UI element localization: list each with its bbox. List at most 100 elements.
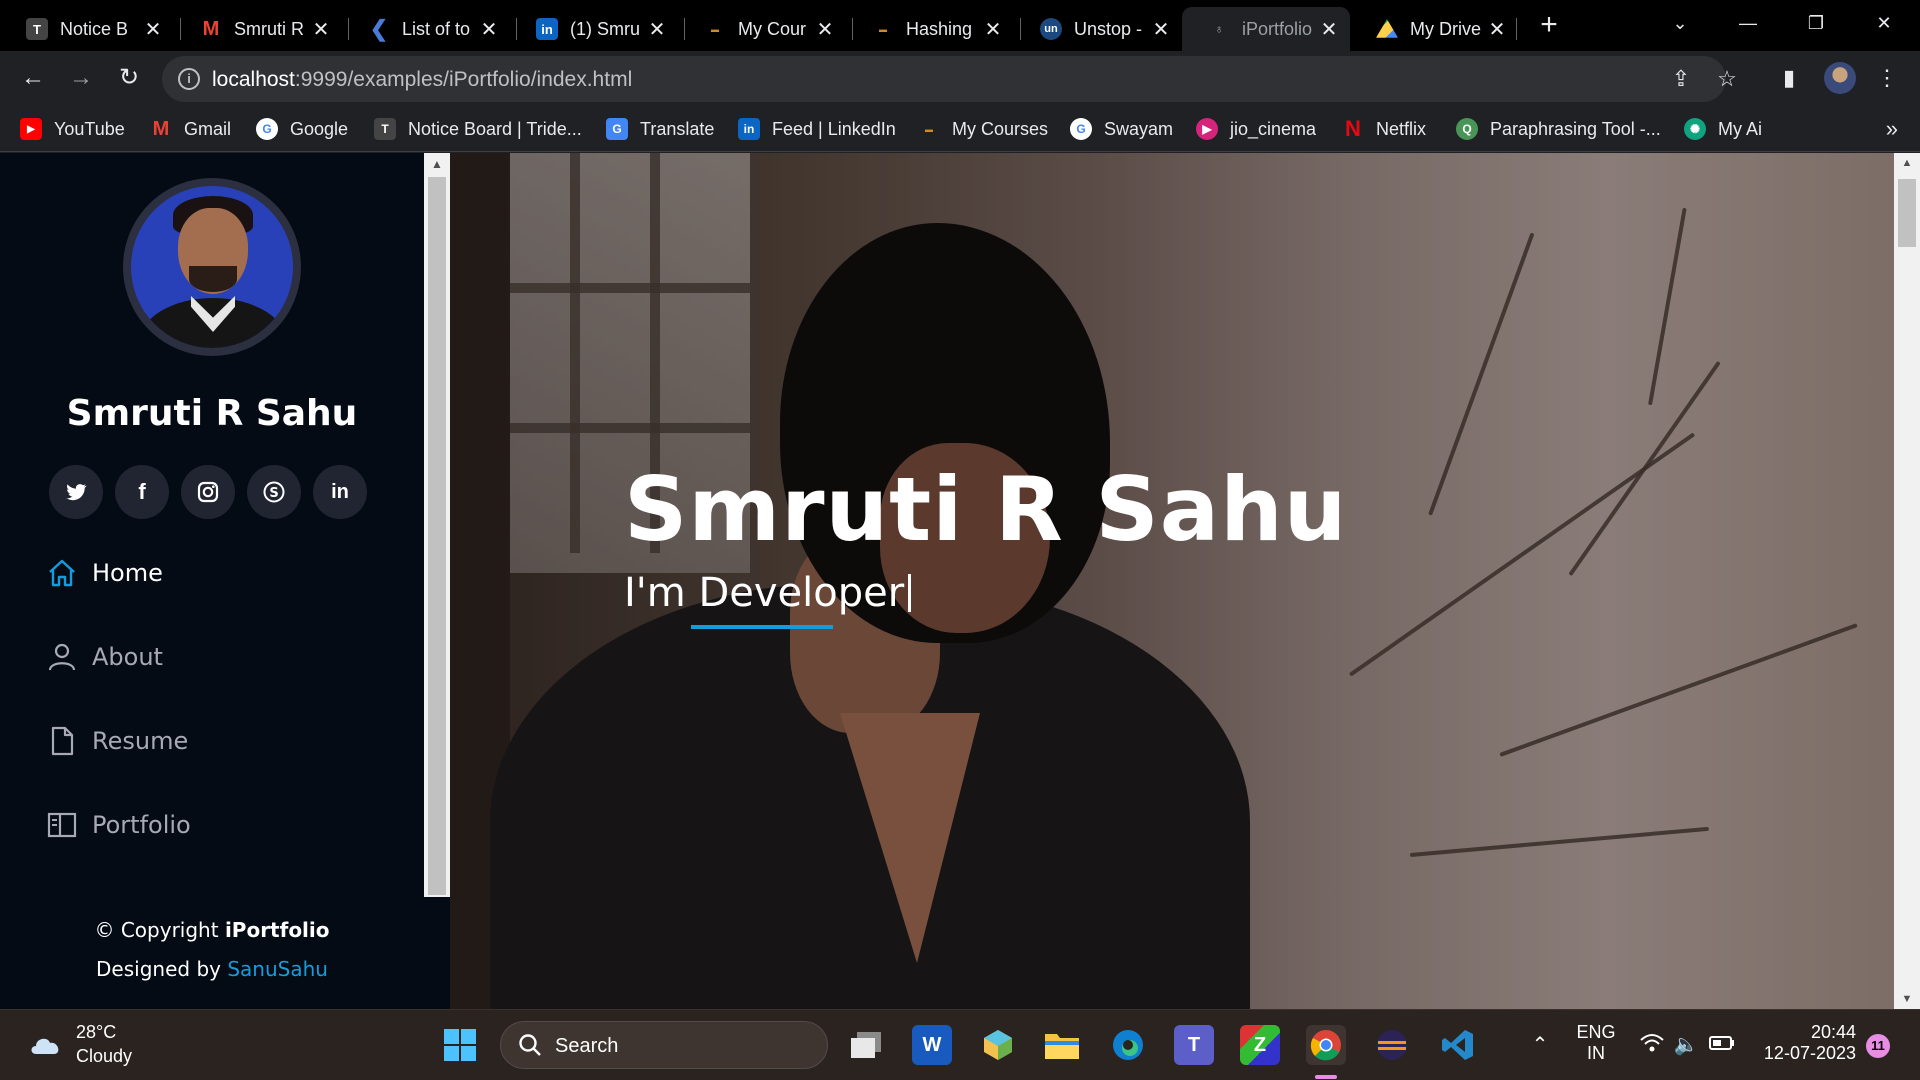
hero-subtitle-underline <box>691 625 833 629</box>
google-icon: G <box>1070 118 1092 140</box>
page-scroll-up-arrow[interactable]: ▲ <box>1894 153 1920 173</box>
browser-tab[interactable]: ❮ List of to ✕ <box>342 7 510 51</box>
gmail-icon: M <box>152 117 170 140</box>
bookmark-my-courses[interactable]: ▬ My Courses <box>918 114 1048 144</box>
page-scrollbar[interactable] <box>1894 153 1920 1009</box>
netflix-icon: N <box>1345 116 1361 141</box>
restore-button[interactable]: ❐ <box>1786 8 1846 38</box>
nav-label: Home <box>92 559 163 587</box>
browser-tab[interactable]: ▬ Hashing ✕ <box>846 7 1014 51</box>
nav-item-home[interactable]: Home <box>46 553 163 593</box>
sidebar-scrollbar-thumb[interactable] <box>428 177 446 895</box>
close-icon[interactable]: ✕ <box>814 17 836 42</box>
bookmark-notice-board[interactable]: T Notice Board | Tride... <box>374 114 582 144</box>
profile-name[interactable]: Smruti R Sahu <box>0 393 424 434</box>
bookmark-translate[interactable]: G Translate <box>606 114 714 144</box>
weather-description[interactable]: Cloudy <box>76 1046 132 1067</box>
browser-tab[interactable]: un Unstop - ✕ <box>1014 7 1182 51</box>
bookmark-swayam[interactable]: G Swayam <box>1070 114 1173 144</box>
bookmark-jio-cinema[interactable]: ▶ jio_cinema <box>1196 114 1316 144</box>
instagram-icon[interactable] <box>181 465 235 519</box>
close-icon[interactable]: ✕ <box>478 17 500 42</box>
taskbar-search[interactable]: Search <box>500 1021 828 1069</box>
task-view-icon[interactable] <box>846 1025 886 1065</box>
close-icon[interactable]: ✕ <box>142 17 164 42</box>
nav-item-about[interactable]: About <box>46 637 163 677</box>
browser-tab[interactable]: M Smruti R ✕ <box>174 7 342 51</box>
bookmark-youtube[interactable]: ▶ YouTube <box>20 114 125 144</box>
windows-start-icon[interactable] <box>440 1025 480 1065</box>
volume-icon[interactable]: 🔈 <box>1672 1032 1700 1058</box>
file-icon <box>51 726 74 756</box>
menu-icon[interactable]: ⋮ <box>1870 61 1904 95</box>
weather-temperature[interactable]: 28°C <box>76 1022 116 1043</box>
edge-icon[interactable] <box>1108 1025 1148 1065</box>
url-text[interactable]: localhost:9999/examples/iPortfolio/index… <box>212 68 632 92</box>
tab-title: (1) Smru <box>570 18 641 39</box>
close-icon[interactable]: ✕ <box>982 17 1004 42</box>
designed-by-text: Designed by SanuSahu <box>96 957 328 981</box>
browser-tab-active[interactable]: ♁ iPortfolio ✕ <box>1182 7 1350 51</box>
designer-link[interactable]: SanuSahu <box>227 957 328 981</box>
close-icon[interactable]: ✕ <box>1486 17 1508 42</box>
close-icon[interactable]: ✕ <box>310 17 332 42</box>
forward-button[interactable]: → <box>64 61 98 95</box>
new-tab-button[interactable]: + <box>1535 10 1563 42</box>
reload-button[interactable]: ↻ <box>112 61 146 95</box>
tab-title: Hashing <box>906 18 973 39</box>
chevron-up-icon[interactable]: ⌃ <box>1526 1032 1554 1058</box>
linkedin-icon: in <box>536 18 558 40</box>
bookmark-google[interactable]: G Google <box>256 114 348 144</box>
page-scrollbar-thumb[interactable] <box>1898 179 1916 247</box>
cloud-icon[interactable] <box>28 1032 64 1056</box>
bookmarks-overflow-icon[interactable]: » <box>1886 116 1898 142</box>
file-explorer-icon[interactable] <box>1042 1025 1082 1065</box>
clock[interactable]: 20:44 12-07-2023 <box>1752 1022 1856 1064</box>
nav-item-resume[interactable]: Resume <box>46 721 188 761</box>
chatgpt-icon: ✺ <box>1684 118 1706 140</box>
sidebar-scroll-up-arrow[interactable]: ▲ <box>424 153 450 175</box>
minimize-button[interactable]: — <box>1718 8 1778 38</box>
battery-icon[interactable] <box>1708 1032 1736 1058</box>
browser-tab[interactable]: in (1) Smru ✕ <box>510 7 678 51</box>
browser-tab[interactable]: T Notice B ✕ <box>0 7 174 51</box>
close-icon[interactable]: ✕ <box>1150 17 1172 42</box>
browser-tab[interactable]: ▬ My Cour ✕ <box>678 7 846 51</box>
notification-badge[interactable]: 11 <box>1866 1034 1890 1058</box>
side-panel-icon[interactable]: ▮ <box>1772 61 1806 95</box>
app-cube-icon[interactable] <box>978 1025 1018 1065</box>
facebook-icon[interactable]: f <box>115 465 169 519</box>
winrar-icon[interactable]: Z <box>1240 1025 1280 1065</box>
bookmark-gmail[interactable]: M Gmail <box>150 114 231 144</box>
bookmark-linkedin[interactable]: in Feed | LinkedIn <box>738 114 896 144</box>
back-button[interactable]: ← <box>16 61 50 95</box>
close-icon[interactable]: ✕ <box>646 17 668 42</box>
profile-photo <box>123 178 301 356</box>
bookmark-netflix[interactable]: N Netflix <box>1342 114 1426 144</box>
browser-tab[interactable]: My Drive ✕ <box>1350 7 1518 51</box>
skype-icon[interactable]: S <box>247 465 301 519</box>
eclipse-icon[interactable] <box>1372 1025 1412 1065</box>
chrome-icon[interactable] <box>1306 1025 1346 1065</box>
page-scroll-down-arrow[interactable]: ▼ <box>1894 989 1920 1009</box>
teams-icon[interactable]: T <box>1174 1025 1214 1065</box>
close-window-button[interactable]: ✕ <box>1854 8 1914 38</box>
twitter-icon[interactable] <box>49 465 103 519</box>
vscode-icon[interactable] <box>1438 1025 1478 1065</box>
bookmark-my-ai[interactable]: ✺ My Ai <box>1684 114 1762 144</box>
bookmark-star-icon[interactable]: ☆ <box>1712 64 1742 94</box>
tab-search-button[interactable]: ⌄ <box>1650 8 1710 38</box>
bookmark-paraphrasing-tool[interactable]: Q Paraphrasing Tool -... <box>1456 114 1661 144</box>
share-icon[interactable]: ⇪ <box>1666 64 1696 94</box>
wifi-icon[interactable] <box>1638 1032 1666 1058</box>
profile-avatar[interactable] <box>1824 62 1856 94</box>
linkedin-icon[interactable]: in <box>313 465 367 519</box>
close-icon[interactable]: ✕ <box>1318 17 1340 42</box>
address-bar[interactable]: i localhost:9999/examples/iPortfolio/ind… <box>162 56 1737 102</box>
page-viewport: Smruti R Sahu f S in Home About Resume P… <box>0 153 1920 1009</box>
nav-item-portfolio[interactable]: Portfolio <box>46 805 191 845</box>
language-indicator[interactable]: ENG IN <box>1576 1022 1616 1064</box>
site-info-icon[interactable]: i <box>178 68 200 90</box>
tab-title: List of to <box>402 18 471 39</box>
word-icon[interactable]: W <box>912 1025 952 1065</box>
